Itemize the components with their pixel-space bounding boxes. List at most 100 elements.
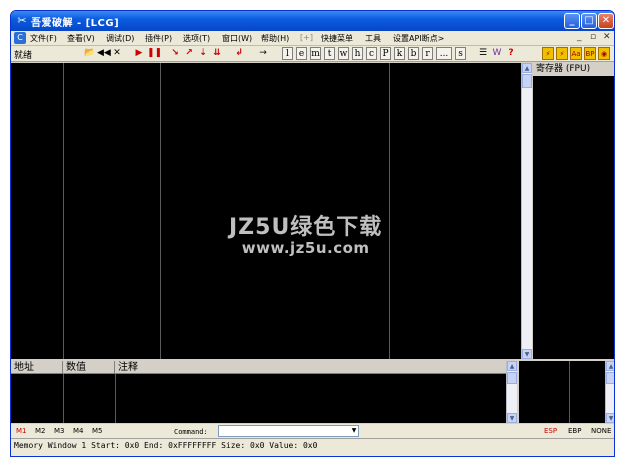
- minimize-button[interactable]: _: [564, 13, 580, 29]
- memory-tab-m1[interactable]: M1: [16, 427, 27, 435]
- disassembly-scrollbar[interactable]: ▲ ▼: [521, 63, 532, 359]
- stack-esp-selector[interactable]: ESP: [544, 427, 557, 435]
- references-button[interactable]: r: [422, 47, 433, 60]
- watermark: JZ5U绿色下载 www.jz5u.com: [229, 209, 382, 257]
- window-list-icon[interactable]: W: [491, 47, 503, 60]
- column-divider: [63, 374, 64, 423]
- scroll-thumb[interactable]: [522, 74, 532, 88]
- close-process-icon[interactable]: ✕: [111, 47, 123, 60]
- debugger-window: ✂ 吾爱破解 - [LCG] _ □ ✕ C 文件(F) 查看(V) 调试(D)…: [10, 10, 615, 457]
- scroll-down-icon[interactable]: ▼: [507, 413, 517, 423]
- command-label: Command:: [174, 428, 208, 436]
- dump-header: 地址 数值 注释: [11, 361, 506, 374]
- menu-bar: C 文件(F) 查看(V) 调试(D) 插件(P) 选项(T) 窗口(W) 帮助…: [11, 31, 614, 46]
- column-divider[interactable]: [160, 63, 161, 359]
- scroll-down-icon[interactable]: ▼: [522, 349, 532, 359]
- call-stack-button[interactable]: k: [394, 47, 405, 60]
- stack-pane[interactable]: [519, 361, 605, 423]
- status-label: 就绪: [14, 51, 33, 61]
- memory-tab-m2[interactable]: M2: [35, 427, 46, 435]
- handles-button[interactable]: h: [352, 47, 363, 60]
- memory-tab-m3[interactable]: M3: [54, 427, 65, 435]
- watermark-line2: www.jz5u.com: [241, 239, 370, 257]
- watermark-line1: JZ5U绿色下载: [229, 215, 383, 240]
- app-icon[interactable]: ✂: [15, 14, 29, 28]
- run-icon[interactable]: ▶: [133, 47, 145, 60]
- window-title: 吾爱破解 - [LCG]: [31, 18, 120, 29]
- dump-scrollbar[interactable]: ▲ ▼: [506, 361, 517, 423]
- plugin-3-icon[interactable]: Aa: [570, 47, 582, 60]
- plugin-1-icon[interactable]: ⚡: [542, 47, 554, 60]
- scroll-thumb[interactable]: [507, 372, 517, 384]
- menu-file[interactable]: 文件(F): [30, 33, 57, 44]
- scroll-up-icon[interactable]: ▲: [606, 361, 614, 371]
- list-icon[interactable]: ☰: [477, 47, 489, 60]
- column-divider[interactable]: [63, 63, 64, 359]
- mdi-minimize-button[interactable]: _: [577, 32, 582, 42]
- mdi-close-button[interactable]: ✕: [603, 32, 611, 42]
- scroll-up-icon[interactable]: ▲: [507, 361, 517, 371]
- run-trace-button[interactable]: ...: [436, 47, 452, 60]
- stack-scrollbar[interactable]: ▲ ▼: [605, 361, 614, 423]
- maximize-button[interactable]: □: [581, 13, 597, 29]
- menu-plugins[interactable]: 插件(P): [145, 33, 172, 44]
- plugin-5-icon[interactable]: ◉: [598, 47, 610, 60]
- column-divider: [569, 361, 570, 423]
- menu-view[interactable]: 查看(V): [67, 33, 95, 44]
- menu-tools[interactable]: 工具: [365, 33, 381, 44]
- dump-pane[interactable]: 地址 数值 注释: [11, 361, 506, 423]
- rewind-icon[interactable]: ◀◀: [97, 47, 111, 60]
- step-over-icon[interactable]: ↗: [183, 47, 195, 60]
- chevron-down-icon[interactable]: ▼: [349, 426, 359, 436]
- menu-quick[interactable]: 快捷菜单: [321, 33, 353, 44]
- windows-button[interactable]: w: [338, 47, 349, 60]
- title-bar[interactable]: ✂ 吾爱破解 - [LCG] _ □ ✕: [11, 11, 614, 31]
- scroll-up-icon[interactable]: ▲: [522, 63, 532, 73]
- column-divider: [115, 374, 116, 423]
- stack-ebp-selector[interactable]: EBP: [568, 427, 581, 435]
- toolbar: 就绪 📂 ◀◀ ✕ ▶ ❚❚ ↘ ↗ ⇣ ⇊ ↲ → l e m t w h c…: [11, 46, 614, 62]
- menu-api-breakpoints[interactable]: 设置API断点>: [393, 33, 444, 44]
- mdi-restore-button[interactable]: ▫: [590, 32, 596, 42]
- pause-icon[interactable]: ❚❚: [147, 47, 162, 60]
- column-value[interactable]: 数值: [63, 361, 115, 374]
- breakpoints-button[interactable]: b: [408, 47, 419, 60]
- status-text: Memory Window 1 Start: 0x0 End: 0xFFFFFF…: [14, 441, 318, 450]
- child-window-icon[interactable]: C: [14, 32, 26, 44]
- memory-button[interactable]: m: [310, 47, 321, 60]
- close-button[interactable]: ✕: [598, 13, 614, 29]
- execute-till-return-icon[interactable]: ↲: [233, 47, 245, 60]
- menu-plus[interactable]: [+]: [300, 33, 313, 42]
- step-into-icon[interactable]: ↘: [169, 47, 181, 60]
- menu-options[interactable]: 选项(T): [183, 33, 210, 44]
- scroll-down-icon[interactable]: ▼: [606, 413, 614, 423]
- column-comment[interactable]: 注释: [115, 361, 506, 374]
- modules-button[interactable]: e: [296, 47, 307, 60]
- register-header[interactable]: 寄存器 (FPU): [533, 63, 614, 76]
- open-icon[interactable]: 📂: [84, 47, 96, 60]
- command-input[interactable]: [218, 425, 359, 437]
- stack-none-selector[interactable]: NONE: [591, 427, 611, 435]
- status-bar: Memory Window 1 Start: 0x0 End: 0xFFFFFF…: [11, 438, 614, 456]
- command-bar: M1 M2 M3 M4 M5 Command: ▼ ESP EBP NONE: [11, 424, 614, 438]
- patches-button[interactable]: P: [380, 47, 391, 60]
- menu-debug[interactable]: 调试(D): [106, 33, 134, 44]
- cpu-button[interactable]: c: [366, 47, 377, 60]
- trace-into-icon[interactable]: ⇣: [197, 47, 209, 60]
- threads-button[interactable]: t: [324, 47, 335, 60]
- menu-window[interactable]: 窗口(W): [222, 33, 252, 44]
- log-button[interactable]: l: [282, 47, 293, 60]
- help-icon[interactable]: ?: [505, 47, 517, 60]
- memory-tab-m4[interactable]: M4: [73, 427, 84, 435]
- column-address[interactable]: 地址: [11, 361, 63, 374]
- plugin-2-icon[interactable]: ⚡: [556, 47, 568, 60]
- scroll-thumb[interactable]: [606, 372, 614, 384]
- source-button[interactable]: s: [455, 47, 466, 60]
- register-pane[interactable]: 寄存器 (FPU): [533, 63, 614, 359]
- trace-over-icon[interactable]: ⇊: [211, 47, 223, 60]
- goto-icon[interactable]: →: [257, 47, 269, 60]
- hardware-bp-icon[interactable]: BP: [584, 47, 596, 60]
- memory-tab-m5[interactable]: M5: [92, 427, 103, 435]
- column-divider[interactable]: [389, 63, 390, 359]
- menu-help[interactable]: 帮助(H): [261, 33, 289, 44]
